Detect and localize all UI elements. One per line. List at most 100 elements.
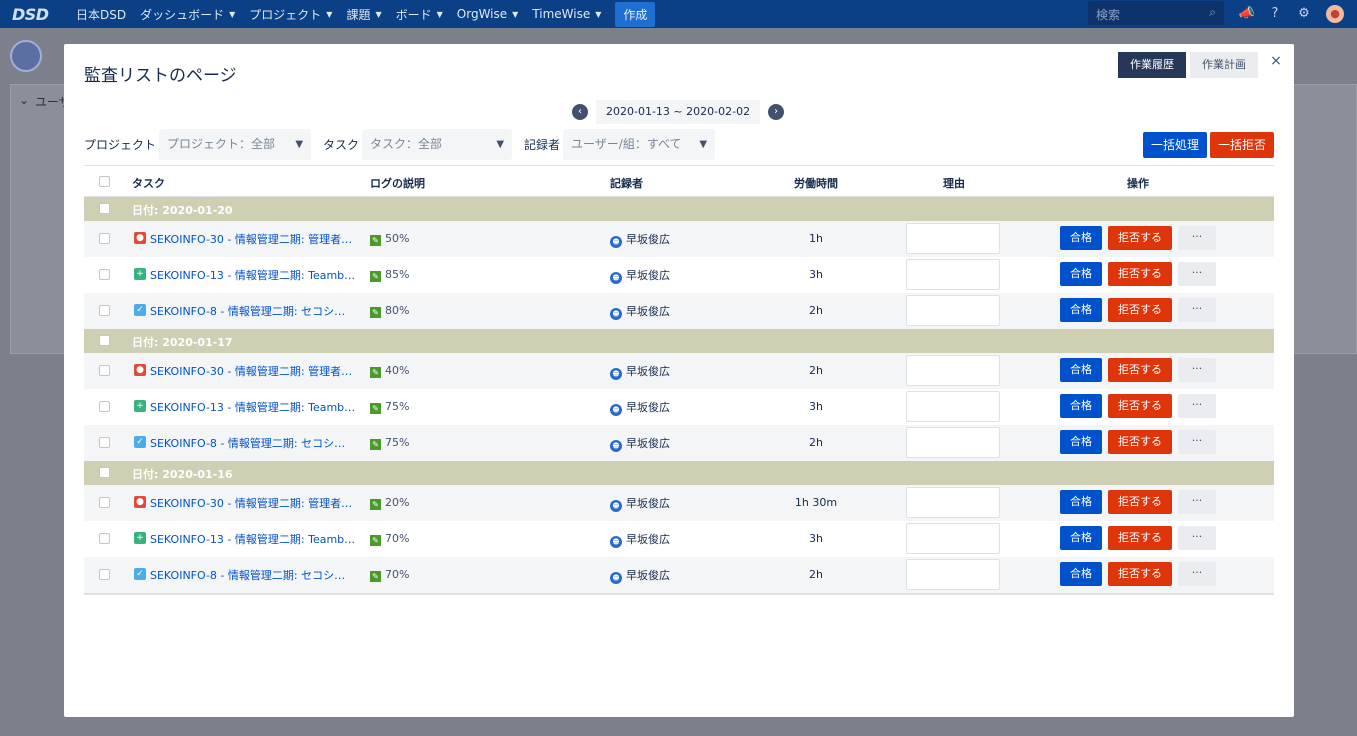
nav-item[interactable]: ダッシュボード ▼ xyxy=(140,6,235,23)
pass-button[interactable]: 合格 xyxy=(1060,358,1102,382)
more-actions-button[interactable]: ··· xyxy=(1178,562,1216,586)
reason-input[interactable] xyxy=(906,559,1000,590)
pass-button[interactable]: 合格 xyxy=(1060,562,1102,586)
edit-log-icon[interactable]: ✎ xyxy=(370,367,381,378)
task-link[interactable]: SEKOINFO-13 - 情報管理二期: Teambition連携 xyxy=(150,531,356,547)
user-avatar[interactable]: ● xyxy=(1326,5,1344,23)
row-checkbox[interactable] xyxy=(99,305,110,316)
select-all-checkbox[interactable] xyxy=(99,176,110,187)
task-link[interactable]: SEKOINFO-13 - 情報管理二期: Teambition連携 xyxy=(150,267,356,283)
row-checkbox[interactable] xyxy=(99,233,110,244)
nav-item-label: プロジェクト xyxy=(249,7,322,22)
reject-button[interactable]: 拒否する xyxy=(1108,298,1172,322)
create-button[interactable]: 作成 xyxy=(615,1,656,27)
reject-button[interactable]: 拒否する xyxy=(1108,394,1172,418)
pass-button[interactable]: 合格 xyxy=(1060,430,1102,454)
group-checkbox[interactable] xyxy=(99,203,110,214)
reason-input[interactable] xyxy=(906,391,1000,422)
more-actions-button[interactable]: ··· xyxy=(1178,226,1216,250)
project-filter-select[interactable]: プロジェクト：全部 ▼ xyxy=(159,128,312,160)
row-checkbox[interactable] xyxy=(99,365,110,376)
more-actions-button[interactable]: ··· xyxy=(1178,526,1216,550)
chevron-down-icon: ▼ xyxy=(699,138,708,150)
bulk-reject-button[interactable]: 一括拒否 xyxy=(1210,132,1274,158)
row-checkbox[interactable] xyxy=(99,497,110,508)
reject-button[interactable]: 拒否する xyxy=(1108,226,1172,250)
nav-item[interactable]: OrgWise ▼ xyxy=(457,7,519,21)
megaphone-icon[interactable]: 📣 xyxy=(1238,5,1256,23)
more-actions-button[interactable]: ··· xyxy=(1178,298,1216,322)
bug-icon: ● xyxy=(134,364,146,376)
task-link[interactable]: SEKOINFO-8 - 情報管理二期: セコシステム改修 xyxy=(150,303,356,319)
group-checkbox[interactable] xyxy=(99,335,110,346)
edit-log-icon[interactable]: ✎ xyxy=(370,439,381,450)
more-actions-button[interactable]: ··· xyxy=(1178,430,1216,454)
next-period-icon[interactable]: › xyxy=(768,104,785,120)
pass-button[interactable]: 合格 xyxy=(1060,490,1102,514)
nav-item[interactable]: 日本DSD xyxy=(76,6,126,23)
nav-item[interactable]: 課題 ▼ xyxy=(346,6,381,23)
task-link[interactable]: SEKOINFO-13 - 情報管理二期: Teambition連携 xyxy=(150,399,356,415)
pass-button[interactable]: 合格 xyxy=(1060,226,1102,250)
reject-button[interactable]: 拒否する xyxy=(1108,430,1172,454)
nav-item[interactable]: ボード ▼ xyxy=(396,6,443,23)
log-desc-text: 70% xyxy=(385,532,410,545)
task-filter-select[interactable]: タスク：全部 ▼ xyxy=(362,128,513,160)
tab-work-plan[interactable]: 作業計画 xyxy=(1190,52,1258,78)
tab-work-history[interactable]: 作業履歴 xyxy=(1118,52,1186,78)
edit-log-icon[interactable]: ✎ xyxy=(370,307,381,318)
task-link[interactable]: SEKOINFO-30 - 情報管理二期: 管理者権限付与 xyxy=(150,231,356,247)
edit-log-icon[interactable]: ✎ xyxy=(370,235,381,246)
search-input[interactable]: 検索 ⌕ xyxy=(1088,1,1224,25)
bulk-process-button[interactable]: 一括処理 xyxy=(1143,132,1207,158)
pass-button[interactable]: 合格 xyxy=(1060,526,1102,550)
edit-log-icon[interactable]: ✎ xyxy=(370,535,381,546)
row-checkbox[interactable] xyxy=(99,569,110,580)
edit-log-icon[interactable]: ✎ xyxy=(370,571,381,582)
reason-input[interactable] xyxy=(906,355,1000,386)
dsd-logo[interactable]: DSD xyxy=(12,5,62,24)
table-row: ● SEKOINFO-30 - 情報管理二期: 管理者権限付与 ✎ 40% ☻ 早坂俊広 2… xyxy=(84,353,1274,389)
prev-period-icon[interactable]: ‹ xyxy=(572,104,588,120)
row-checkbox[interactable] xyxy=(99,533,110,544)
row-checkbox[interactable] xyxy=(99,401,110,412)
reason-input[interactable] xyxy=(906,295,1000,326)
reason-input[interactable] xyxy=(906,259,1000,290)
nav-item[interactable]: TimeWise ▼ xyxy=(532,7,601,21)
reason-input[interactable] xyxy=(906,523,1000,554)
edit-log-icon[interactable]: ✎ xyxy=(370,499,381,510)
more-actions-button[interactable]: ··· xyxy=(1178,394,1216,418)
bg-collapse-icon: ⌄ xyxy=(19,93,30,107)
pass-button[interactable]: 合格 xyxy=(1060,394,1102,418)
row-checkbox[interactable] xyxy=(99,269,110,280)
reject-button[interactable]: 拒否する xyxy=(1108,262,1172,286)
log-desc-text: 20% xyxy=(385,496,410,509)
group-checkbox[interactable] xyxy=(99,467,110,478)
task-link[interactable]: SEKOINFO-30 - 情報管理二期: 管理者権限付与 xyxy=(150,495,356,511)
reject-button[interactable]: 拒否する xyxy=(1108,526,1172,550)
task-link[interactable]: SEKOINFO-30 - 情報管理二期: 管理者権限付与 xyxy=(150,363,356,379)
task-link[interactable]: SEKOINFO-8 - 情報管理二期: セコシステム改修 xyxy=(150,435,356,451)
reject-button[interactable]: 拒否する xyxy=(1108,562,1172,586)
more-actions-button[interactable]: ··· xyxy=(1178,262,1216,286)
reason-input[interactable] xyxy=(906,487,1000,518)
reject-button[interactable]: 拒否する xyxy=(1108,358,1172,382)
close-icon[interactable]: × xyxy=(1268,52,1284,70)
reason-input[interactable] xyxy=(906,427,1000,458)
pass-button[interactable]: 合格 xyxy=(1060,298,1102,322)
table-row: ✓ SEKOINFO-8 - 情報管理二期: セコシステム改修 ✎ 75% ☻ 早坂俊広 2… xyxy=(84,425,1274,461)
more-actions-button[interactable]: ··· xyxy=(1178,358,1216,382)
pass-button[interactable]: 合格 xyxy=(1060,262,1102,286)
edit-log-icon[interactable]: ✎ xyxy=(370,403,381,414)
recorder: ☻ 早坂俊広 xyxy=(610,531,670,548)
reject-button[interactable]: 拒否する xyxy=(1108,490,1172,514)
gear-icon[interactable]: ⚙ xyxy=(1295,5,1313,23)
task-link[interactable]: SEKOINFO-8 - 情報管理二期: セコシステム改修 xyxy=(150,567,356,583)
more-actions-button[interactable]: ··· xyxy=(1178,490,1216,514)
help-icon[interactable]: ? xyxy=(1266,5,1284,23)
recorder-filter-select[interactable]: ユーザー/組：すべて ▼ xyxy=(563,128,716,160)
nav-item[interactable]: プロジェクト ▼ xyxy=(249,6,332,23)
reason-input[interactable] xyxy=(906,223,1000,254)
edit-log-icon[interactable]: ✎ xyxy=(370,271,381,282)
row-checkbox[interactable] xyxy=(99,437,110,448)
